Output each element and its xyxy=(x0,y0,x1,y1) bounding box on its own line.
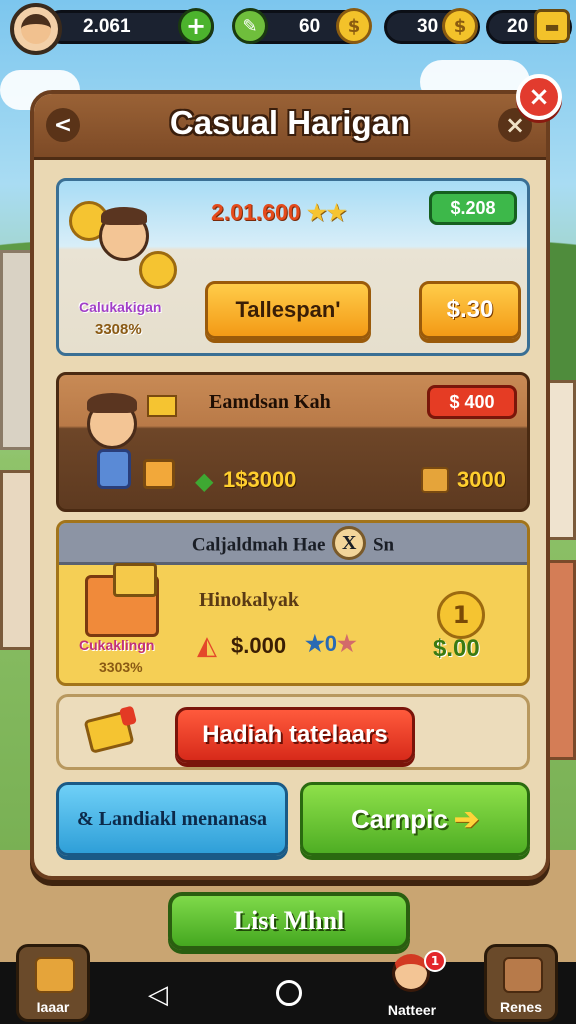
close-icon: × xyxy=(504,111,526,139)
sign-icon xyxy=(147,395,177,417)
kid-hair xyxy=(101,207,147,225)
offer-header-text: Caljaldmah Hae X Sn xyxy=(59,526,527,560)
blue-action-button[interactable]: & Landiakl menanasa xyxy=(56,782,288,856)
gem-reward-value: 1$3000 xyxy=(223,467,297,492)
offer-card-coins: Calukakigan 3308% 2.01.600 ★★ $.208 Tall… xyxy=(56,178,530,356)
offer-title: Hinokalyak xyxy=(199,589,300,611)
offer-header-strip: Caljaldmah Hae X Sn xyxy=(59,523,527,565)
offer-title: Eamdsan Kah xyxy=(209,391,331,413)
strip-right-text: Sn xyxy=(372,534,395,556)
panel-title: Casual Harigan xyxy=(169,104,411,141)
nav-tile-right[interactable]: Renes xyxy=(484,944,558,1022)
kid-with-coins-illustration xyxy=(69,191,179,301)
system-home-icon[interactable] xyxy=(276,980,302,1006)
arrow-right-icon: ➔ xyxy=(453,802,479,836)
close-icon: × xyxy=(528,82,550,112)
offer-card-kid: Eamdsan Kah $ 400 ◆ 1$3000 3000 xyxy=(56,372,530,512)
coin-icon xyxy=(139,251,177,289)
offer-label: Calukakigan xyxy=(79,299,162,315)
chest-icon[interactable]: ▬ xyxy=(534,9,570,43)
notification-badge: 1 xyxy=(424,950,446,972)
panel-header: < Casual Harigan × xyxy=(34,94,546,160)
kid-hair xyxy=(87,393,137,413)
gold-coin-icon: $ xyxy=(336,8,372,44)
coin-icon: 1 xyxy=(437,591,485,639)
strip-left-text: Caljaldmah Hae xyxy=(191,534,326,556)
offer-price-value: 2.01.600 xyxy=(211,199,301,225)
add-coins-button[interactable]: + xyxy=(178,8,214,44)
nav-left-label: Iaaar xyxy=(36,999,70,1015)
notification-label: Natteer xyxy=(387,1002,437,1018)
kid-with-sign-illustration xyxy=(77,385,187,503)
claim-gift-button[interactable]: Hadiah tatelaars xyxy=(175,707,415,763)
offer-buy-button[interactable]: $.30 xyxy=(419,281,521,339)
crate-icon xyxy=(143,459,175,489)
green-action-button[interactable]: Carnpic ➔ xyxy=(300,782,530,856)
coin-value: $.00 xyxy=(433,635,480,662)
kid-body xyxy=(97,449,131,489)
offer-price: 2.01.600 ★★ xyxy=(211,199,346,226)
coins-value: 2.061 xyxy=(83,16,131,37)
shop-panel: < Casual Harigan × Calukakigan 3308% 2.0… xyxy=(30,90,550,880)
list-menu-button[interactable]: List Mhnl xyxy=(168,892,410,950)
offer-percent: 3303% xyxy=(99,659,143,675)
nav-tile-left[interactable]: Iaaar xyxy=(16,944,90,1022)
top-hud: 2.061 + 60 ✎ $ 30 $ 20 ▬ xyxy=(0,0,576,55)
system-back-icon[interactable]: ◁ xyxy=(148,980,168,1010)
x-coin-icon[interactable]: X xyxy=(332,526,367,560)
energy-value: 60 xyxy=(299,16,321,37)
offer-label: Cukaklingn xyxy=(79,637,155,653)
chest-value: 20 xyxy=(507,16,529,37)
crate-icon xyxy=(421,467,449,493)
offer-card-boxes: Caljaldmah Hae X Sn Cukaklingn 3303% Hin… xyxy=(56,520,530,686)
avatar-face-icon xyxy=(21,14,51,44)
star-count: 0 xyxy=(324,631,337,656)
nav-right-label: Renes xyxy=(499,999,543,1015)
price-badge: $ 400 xyxy=(427,385,517,419)
pyramid-icon: ◭ xyxy=(197,631,217,661)
energy-pencil-icon[interactable]: ✎ xyxy=(232,8,268,44)
offer-percent: 3308% xyxy=(95,321,142,338)
trophy-icon xyxy=(35,957,75,993)
plus-icon: + xyxy=(185,12,207,40)
offer-value: $.000 xyxy=(231,633,287,658)
player-avatar[interactable] xyxy=(10,3,62,55)
gold-value: 30 xyxy=(417,16,439,37)
ribbon-icon xyxy=(119,705,137,727)
gold-coin-icon: $ xyxy=(442,8,478,44)
chest-icon xyxy=(503,957,543,993)
price-badge: $.208 xyxy=(429,191,517,225)
star-icon: ★★ xyxy=(306,200,347,225)
close-panel-button[interactable]: × xyxy=(516,74,562,120)
star-rating: ★0★ xyxy=(305,631,357,656)
crate-reward-value: 3000 xyxy=(457,467,506,492)
green-button-label: Carnpic xyxy=(351,803,448,834)
notification-button[interactable]: 1 Natteer xyxy=(380,950,446,1024)
green-gem-icon: ◆ xyxy=(195,467,214,495)
gift-row: Hadiah tatelaars xyxy=(56,694,530,770)
offer-action-button[interactable]: Tallespan' xyxy=(205,281,371,339)
box-icon xyxy=(113,563,157,597)
